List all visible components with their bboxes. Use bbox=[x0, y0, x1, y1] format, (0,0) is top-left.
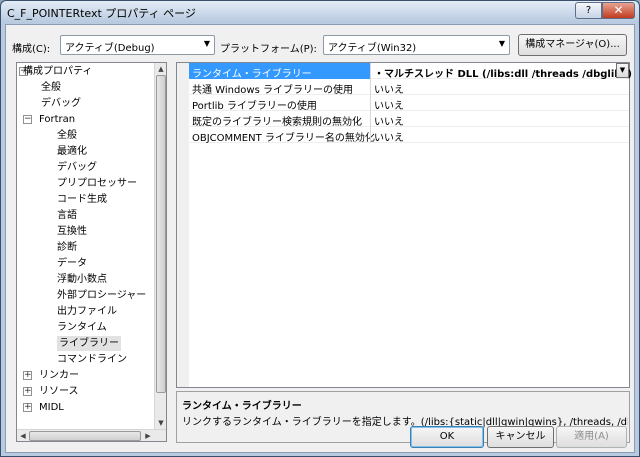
property-value[interactable]: いいえ bbox=[374, 113, 404, 128]
scroll-left-icon[interactable]: ◀ bbox=[17, 430, 29, 441]
property-value[interactable]: いいえ bbox=[374, 129, 404, 144]
close-button[interactable]: ✕ bbox=[602, 2, 635, 19]
column-divider bbox=[370, 79, 371, 95]
property-name: Portlib ライブラリーの使用 bbox=[192, 101, 317, 112]
property-name: 既定のライブラリー検索規則の無効化 bbox=[192, 117, 362, 128]
property-name: 共通 Windows ライブラリーの使用 bbox=[192, 85, 353, 96]
property-row[interactable]: ランタイム・ライブラリー ・マルチスレッド DLL (/libs:dll /thr… bbox=[189, 63, 632, 80]
chevron-down-icon: ▼ bbox=[498, 39, 505, 48]
tree-item[interactable]: 全般 bbox=[57, 128, 77, 143]
tree-horizontal-scrollbar[interactable]: ◀ ▶ bbox=[17, 429, 166, 441]
chevron-down-icon[interactable]: ▼ bbox=[616, 63, 629, 78]
dialog-body: 構成(C): アクティブ(Debug) ▼ プラットフォーム(P): アクティブ… bbox=[5, 24, 635, 453]
property-row[interactable]: OBJCOMMENT ライブラリー名の無効化 いいえ bbox=[189, 127, 629, 144]
property-value[interactable]: ・マルチスレッド DLL (/libs:dll /threads /dbglib… bbox=[374, 65, 632, 80]
tree-item[interactable]: 浮動小数点 bbox=[57, 272, 107, 287]
tree-item[interactable]: デバッグ bbox=[41, 96, 81, 111]
tree-item[interactable]: コマンドライン bbox=[57, 352, 127, 367]
collapse-icon[interactable]: − bbox=[23, 115, 32, 124]
tree-item[interactable]: 言語 bbox=[57, 208, 77, 223]
column-divider bbox=[370, 95, 371, 111]
platform-label: プラットフォーム(P): bbox=[220, 44, 317, 55]
platform-value: アクティブ(Win32) bbox=[328, 43, 417, 54]
tree-item[interactable]: 互換性 bbox=[57, 224, 87, 239]
help-button[interactable]: ? bbox=[575, 2, 602, 19]
scroll-down-icon[interactable]: ▼ bbox=[155, 417, 166, 429]
tree-item[interactable]: リンカー bbox=[39, 368, 79, 383]
platform-combo[interactable]: アクティブ(Win32) ▼ bbox=[323, 35, 510, 55]
tree-item[interactable]: コード生成 bbox=[57, 192, 107, 207]
tree-item[interactable]: リソース bbox=[39, 384, 79, 399]
property-name: OBJCOMMENT ライブラリー名の無効化 bbox=[192, 133, 375, 144]
description-title: ランタイム・ライブラリー bbox=[182, 401, 302, 412]
tree-vertical-scrollbar[interactable]: ▲ ▼ bbox=[154, 63, 166, 429]
column-divider bbox=[370, 127, 371, 143]
title-bar[interactable]: C_F_POINTERtext プロパティ ページ ? ✕ bbox=[1, 1, 639, 23]
property-row[interactable]: Portlib ライブラリーの使用 いいえ bbox=[189, 95, 629, 112]
ok-button[interactable]: OK bbox=[410, 426, 484, 448]
tree-item[interactable]: デバッグ bbox=[57, 160, 97, 175]
column-divider bbox=[370, 63, 371, 79]
expand-icon[interactable]: + bbox=[23, 403, 32, 412]
scroll-right-icon[interactable]: ▶ bbox=[142, 430, 154, 441]
property-value[interactable]: いいえ bbox=[374, 97, 404, 112]
tree-item[interactable]: ランタイム bbox=[57, 320, 107, 335]
tree-hscroll-thumb[interactable] bbox=[29, 431, 141, 441]
property-grid[interactable]: ランタイム・ライブラリー ・マルチスレッド DLL (/libs:dll /thr… bbox=[176, 62, 632, 388]
apply-button[interactable]: 適用(A) bbox=[556, 426, 627, 448]
tree-item[interactable]: Fortran bbox=[39, 112, 75, 127]
tree-item[interactable]: 全般 bbox=[41, 80, 61, 95]
scroll-up-icon[interactable]: ▲ bbox=[155, 63, 166, 75]
configuration-value: アクティブ(Debug) bbox=[65, 43, 155, 54]
configuration-combo[interactable]: アクティブ(Debug) ▼ bbox=[60, 35, 215, 55]
tree-item[interactable]: MIDL bbox=[39, 400, 64, 415]
tree-item[interactable]: 最適化 bbox=[57, 144, 87, 159]
tree-item[interactable]: ライブラリー bbox=[57, 336, 121, 351]
tree-item[interactable]: 出力ファイル bbox=[57, 304, 117, 319]
configuration-label: 構成(C): bbox=[12, 44, 51, 55]
column-divider bbox=[370, 111, 371, 127]
property-row[interactable]: 既定のライブラリー検索規則の無効化 いいえ bbox=[189, 111, 629, 128]
tree-item[interactable]: プリプロセッサー bbox=[57, 176, 137, 191]
property-row[interactable]: 共通 Windows ライブラリーの使用 いいえ bbox=[189, 79, 629, 96]
properties-window: C_F_POINTERtext プロパティ ページ ? ✕ 構成(C): アクテ… bbox=[0, 0, 640, 457]
property-name: ランタイム・ライブラリー bbox=[192, 69, 312, 80]
property-tree[interactable]: − 構成プロパティ 全般 デバッグ − Fortran 全般 最適化 デバッグ プリプロセッサーコ… bbox=[16, 62, 167, 442]
chevron-down-icon: ▼ bbox=[203, 39, 210, 48]
window-title: C_F_POINTERtext プロパティ ページ bbox=[7, 7, 196, 20]
tree-item[interactable]: データ bbox=[57, 256, 87, 271]
tree-item[interactable]: 構成プロパティ bbox=[23, 64, 92, 79]
expand-icon[interactable]: + bbox=[23, 371, 32, 380]
tree-item[interactable]: 診断 bbox=[57, 240, 77, 255]
tree-item[interactable]: 外部プロシージャー bbox=[57, 288, 146, 303]
cancel-button[interactable]: キャンセル bbox=[487, 426, 554, 448]
tree-scroll-thumb[interactable] bbox=[156, 75, 166, 393]
property-value[interactable]: いいえ bbox=[374, 81, 404, 96]
configuration-manager-button[interactable]: 構成マネージャ(O)... bbox=[518, 34, 627, 56]
grid-margin bbox=[177, 63, 189, 387]
expand-icon[interactable]: + bbox=[23, 387, 32, 396]
